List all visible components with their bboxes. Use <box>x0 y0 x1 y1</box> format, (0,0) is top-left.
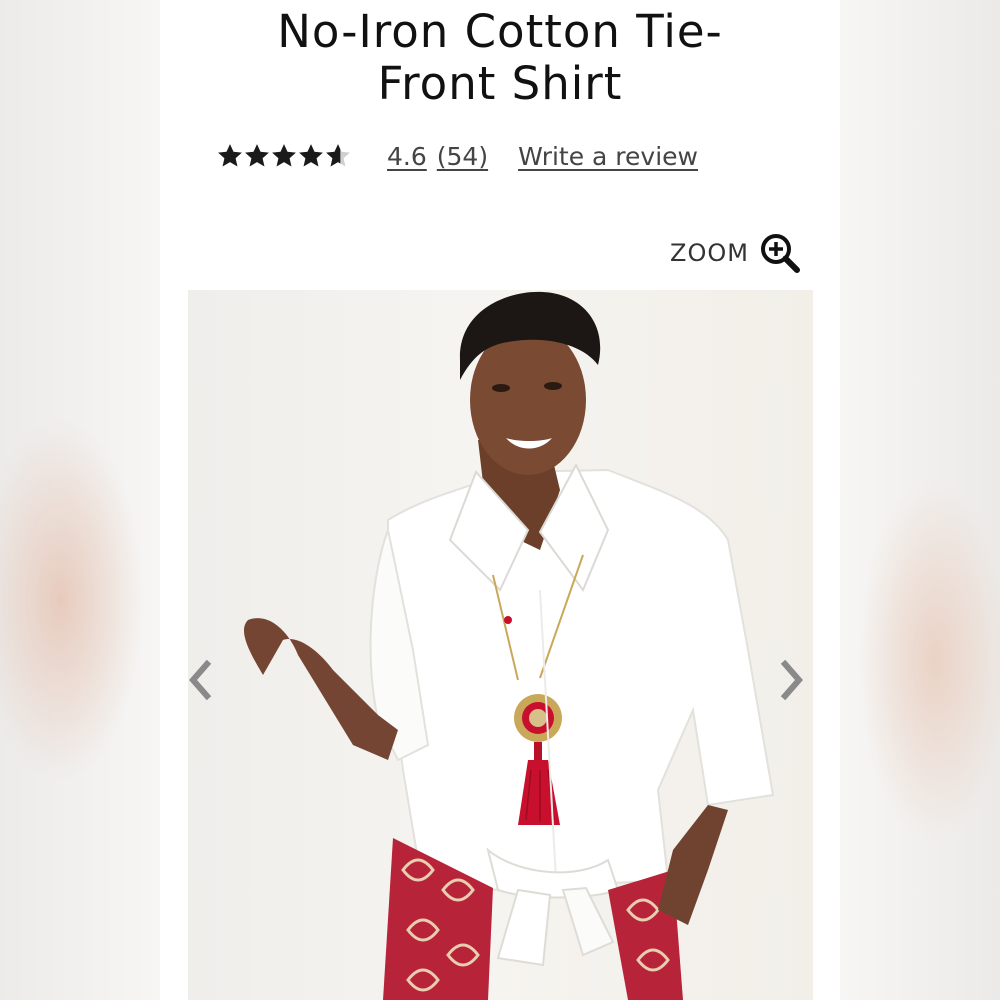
zoom-label: ZOOM <box>670 239 749 267</box>
partial-star-icon <box>326 144 350 167</box>
review-count-link[interactable]: (54) <box>437 142 488 171</box>
previous-image-button[interactable] <box>188 650 220 710</box>
chevron-right-icon <box>780 659 803 701</box>
star-icon <box>245 144 269 167</box>
chevron-left-icon <box>189 659 212 701</box>
product-panel: No-Iron Cotton Tie- Front Shirt 4.6 (54)… <box>160 0 840 1000</box>
star-icon <box>299 144 323 167</box>
product-title-line-2: Front Shirt <box>377 57 623 110</box>
star-rating[interactable] <box>216 142 361 170</box>
star-icon <box>272 144 296 167</box>
write-review-link[interactable]: Write a review <box>518 142 698 171</box>
rating-row: 4.6 (54) Write a review <box>216 136 698 176</box>
zoom-in-magnifier-icon <box>760 234 800 273</box>
zoom-button[interactable]: ZOOM <box>670 232 801 274</box>
model-photo <box>243 291 775 1000</box>
star-icon <box>218 144 242 167</box>
next-image-button[interactable] <box>772 650 812 710</box>
product-title-line-1: No-Iron Cotton Tie- <box>277 5 723 58</box>
product-image[interactable] <box>188 290 813 1000</box>
product-title: No-Iron Cotton Tie- Front Shirt <box>160 6 840 110</box>
rating-value-link[interactable]: 4.6 <box>387 142 427 171</box>
